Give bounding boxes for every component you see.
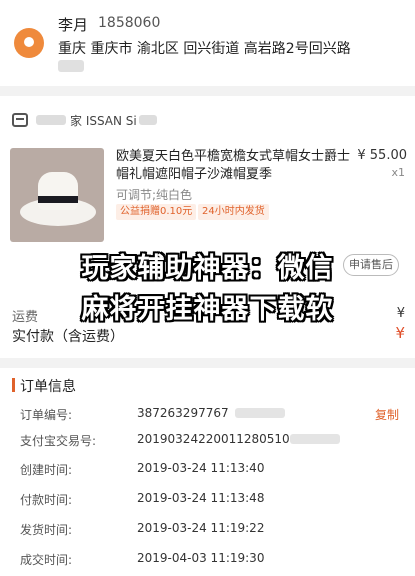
info-row-paid: 付款时间: 2019-03-24 11:13:48 <box>20 491 405 511</box>
info-value: 2019-03-24 11:13:40 <box>137 461 265 475</box>
info-label: 订单编号: <box>20 408 73 422</box>
info-value: 387263297767 <box>137 406 229 420</box>
store-row[interactable]: 家 ISSAN Si <box>12 110 157 130</box>
product-spec: 可调节;纯白色 <box>116 188 193 202</box>
product-title[interactable]: 欧美夏天白色平檐宽檐女式草帽女士爵士帽礼帽遮阳帽子沙滩帽夏季 <box>116 148 350 184</box>
overlay-line-2: 麻将开挂神器下载软 <box>81 294 334 325</box>
section-marker <box>12 378 15 392</box>
store-name: 家 ISSAN Si <box>70 113 137 128</box>
overlay-caption: 玩家辅助神器：微信 麻将开挂神器下载软 <box>0 248 415 330</box>
blurred-text <box>36 115 66 125</box>
info-label: 支付宝交易号: <box>20 434 97 448</box>
info-label: 付款时间: <box>20 493 73 507</box>
product-thumbnail[interactable] <box>10 148 104 242</box>
address-line: 重庆 重庆市 渝北区 回兴街道 高岩路2号回兴路 <box>58 41 351 57</box>
blurred-text <box>58 60 84 72</box>
product-price: ¥ 55.00 <box>357 148 407 163</box>
hat-image-band <box>38 196 78 203</box>
blurred-text <box>235 408 285 418</box>
blurred-text <box>138 115 157 125</box>
hat-image-crown <box>38 172 78 210</box>
charity-badge: 公益捐赠0.10元 <box>116 204 197 220</box>
info-value: 2019-04-03 11:19:30 <box>137 551 265 565</box>
store-icon <box>12 113 28 127</box>
product-quantity: x1 <box>391 166 405 179</box>
address-card[interactable]: 李月 1858060 重庆 重庆市 渝北区 回兴街道 高岩路2号回兴路 <box>0 0 415 86</box>
location-pin-icon <box>14 28 44 58</box>
info-label: 创建时间: <box>20 463 73 477</box>
info-label: 发货时间: <box>20 523 73 537</box>
info-label: 成交时间: <box>20 553 73 567</box>
info-value: 20190324220011280510 <box>137 432 290 446</box>
recipient-name: 李月 <box>58 16 89 34</box>
info-row-created: 创建时间: 2019-03-24 11:13:40 <box>20 461 405 481</box>
info-row-completed: 成交时间: 2019-04-03 11:19:30 <box>20 551 405 571</box>
order-info-card: 订单信息 订单编号: 387263297767 复制 支付宝交易号: 20190… <box>0 368 415 576</box>
overlay-line-1: 玩家辅助神器：微信 <box>81 253 334 284</box>
info-value: 2019-03-24 11:13:48 <box>137 491 265 505</box>
blurred-text <box>290 434 340 444</box>
info-row-order-number: 订单编号: 387263297767 复制 <box>20 406 405 426</box>
order-info-title: 订单信息 <box>20 379 76 395</box>
recipient-phone: 1858060 <box>98 15 161 31</box>
copy-button[interactable]: 复制 <box>375 406 399 423</box>
info-value: 2019-03-24 11:19:22 <box>137 521 265 535</box>
shipping-badge: 24小时内发货 <box>198 204 269 220</box>
info-row-shipped: 发货时间: 2019-03-24 11:19:22 <box>20 521 405 541</box>
info-row-alipay-number: 支付宝交易号: 20190324220011280510 <box>20 432 405 452</box>
divider <box>0 86 415 96</box>
divider <box>0 358 415 368</box>
